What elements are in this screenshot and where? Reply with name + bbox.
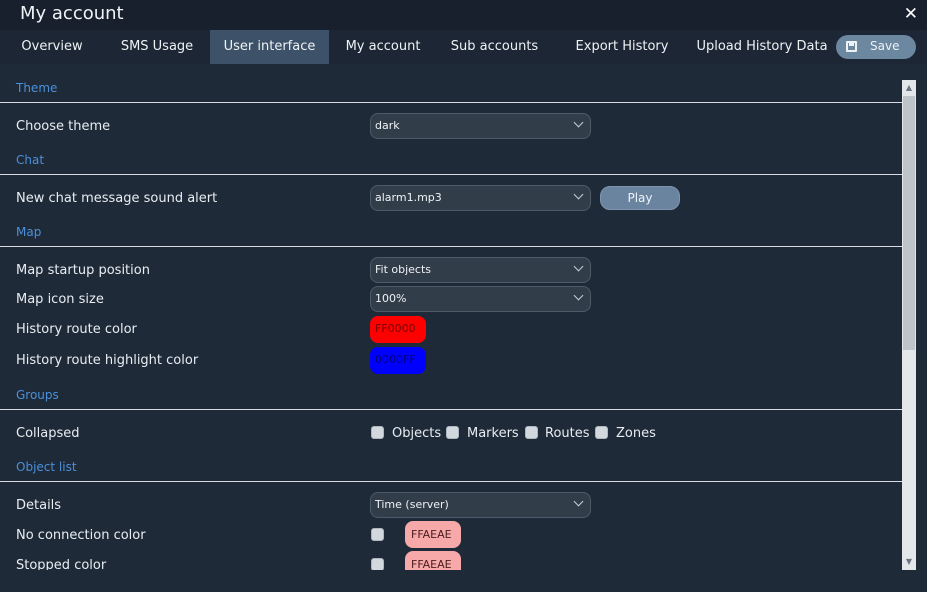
details-value: Time (server) <box>375 498 449 511</box>
save-button[interactable]: Save <box>836 35 916 59</box>
chevron-down-icon <box>573 261 584 272</box>
collapsed-markers-checkbox[interactable] <box>446 426 459 439</box>
scroll-thumb[interactable] <box>903 96 915 350</box>
section-chat-title: Chat <box>16 153 45 167</box>
scroll-up-icon[interactable]: ▲ <box>904 83 914 93</box>
divider <box>0 102 902 103</box>
close-icon[interactable]: ✕ <box>904 4 918 24</box>
route-highlight-color-swatch[interactable]: 0000FF <box>370 347 426 374</box>
divider <box>0 481 902 482</box>
startup-position-label: Map startup position <box>16 263 150 278</box>
stopped-color-swatch[interactable]: FFAEAE <box>405 551 461 570</box>
divider <box>0 246 902 247</box>
save-label: Save <box>870 39 900 53</box>
route-highlight-color-label: History route highlight color <box>16 353 199 368</box>
tab-sms-usage[interactable]: SMS Usage <box>104 30 210 64</box>
chevron-down-icon <box>573 189 584 200</box>
sound-alert-value: alarm1.mp3 <box>375 191 442 204</box>
route-color-label: History route color <box>16 322 137 337</box>
collapsed-zones-label: Zones <box>616 426 656 441</box>
collapsed-objects-label: Objects <box>392 426 442 441</box>
collapsed-markers-label: Markers <box>467 426 519 441</box>
tab-bar: Overview SMS Usage User interface My acc… <box>0 30 927 64</box>
divider <box>0 174 902 175</box>
collapsed-objects-checkbox[interactable] <box>371 426 384 439</box>
title-bar: My account ✕ <box>0 0 927 30</box>
scroll-down-icon[interactable]: ▼ <box>904 557 914 567</box>
play-button[interactable]: Play <box>600 186 680 210</box>
choose-theme-label: Choose theme <box>16 119 111 134</box>
route-color-swatch[interactable]: FF0000 <box>370 316 426 343</box>
details-label: Details <box>16 498 62 513</box>
collapsed-routes-label: Routes <box>545 426 590 441</box>
tab-my-account[interactable]: My account <box>329 30 437 64</box>
details-select[interactable]: Time (server) <box>370 492 591 518</box>
startup-position-value: Fit objects <box>375 263 432 276</box>
chevron-down-icon <box>573 496 584 507</box>
sound-alert-select[interactable]: alarm1.mp3 <box>370 185 591 211</box>
collapsed-routes-checkbox[interactable] <box>525 426 538 439</box>
tab-sub-accounts[interactable]: Sub accounts <box>437 30 552 64</box>
stopped-color-label: Stopped color <box>16 558 107 570</box>
collapsed-label: Collapsed <box>16 426 80 441</box>
vertical-scrollbar[interactable]: ▲ ▼ <box>902 80 916 570</box>
tab-upload-history-data[interactable]: Upload History Data <box>692 30 832 64</box>
stopped-color-checkbox[interactable] <box>371 558 384 570</box>
tab-export-history[interactable]: Export History <box>552 30 692 64</box>
window-title: My account <box>20 3 124 24</box>
floppy-disk-icon <box>846 41 857 52</box>
section-object-list-title: Object list <box>16 460 77 474</box>
chevron-down-icon <box>573 290 584 301</box>
collapsed-zones-checkbox[interactable] <box>595 426 608 439</box>
choose-theme-select[interactable]: dark <box>370 113 591 139</box>
choose-theme-value: dark <box>375 119 400 132</box>
sound-alert-label: New chat message sound alert <box>16 191 218 206</box>
section-map-title: Map <box>16 225 42 239</box>
no-connection-color-label: No connection color <box>16 528 146 543</box>
settings-panel: Theme Choose theme dark Chat New chat me… <box>0 72 902 570</box>
tab-overview[interactable]: Overview <box>0 30 104 64</box>
divider <box>0 409 902 410</box>
icon-size-label: Map icon size <box>16 292 104 307</box>
startup-position-select[interactable]: Fit objects <box>370 257 591 283</box>
icon-size-value: 100% <box>375 292 407 305</box>
icon-size-select[interactable]: 100% <box>370 286 591 312</box>
no-connection-color-checkbox[interactable] <box>371 528 384 541</box>
no-connection-color-swatch[interactable]: FFAEAE <box>405 521 461 548</box>
section-theme-title: Theme <box>16 81 58 95</box>
chevron-down-icon <box>573 117 584 128</box>
section-groups-title: Groups <box>16 388 59 402</box>
tab-user-interface[interactable]: User interface <box>210 30 329 64</box>
